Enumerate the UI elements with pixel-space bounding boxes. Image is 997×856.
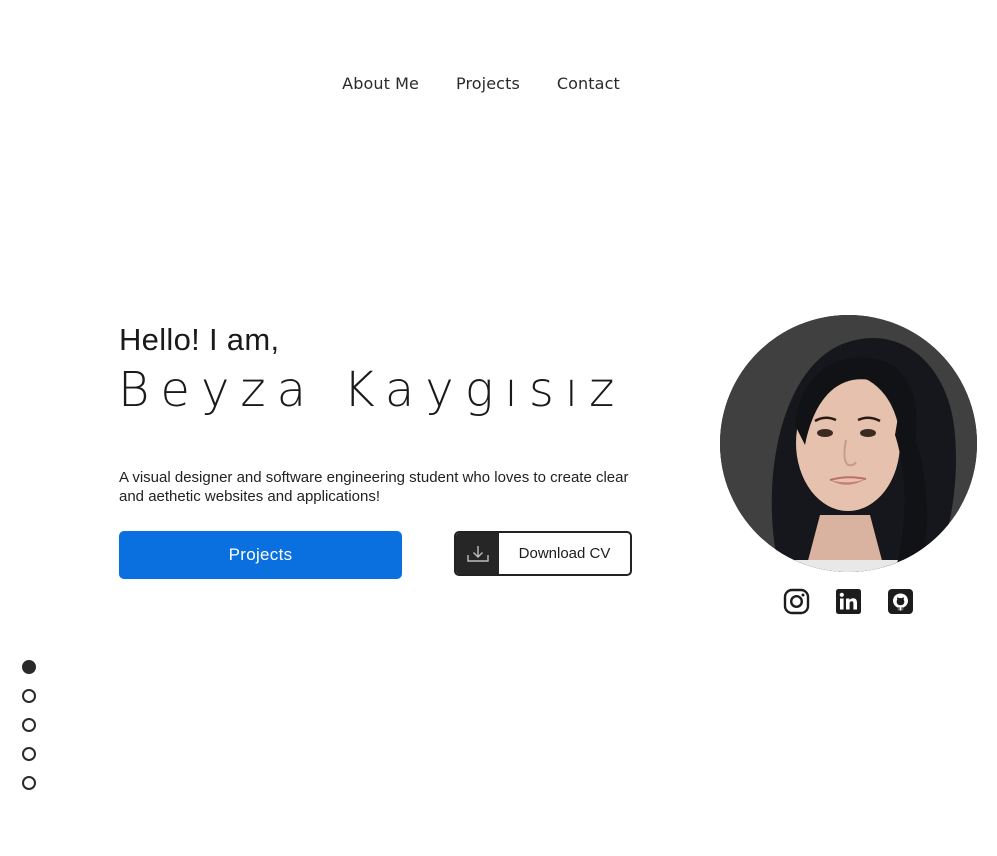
linkedin-icon[interactable]: [835, 588, 862, 615]
nav-about-me[interactable]: About Me: [342, 74, 419, 93]
section-dot-2[interactable]: [22, 689, 36, 703]
projects-button[interactable]: Projects: [119, 531, 402, 579]
section-dot-1[interactable]: [22, 660, 36, 674]
instagram-icon[interactable]: [783, 588, 810, 615]
github-icon[interactable]: [887, 588, 914, 615]
download-cv-button[interactable]: Download CV: [454, 531, 632, 576]
section-indicator: [22, 660, 36, 790]
social-links: [783, 588, 914, 615]
download-icon: [456, 533, 499, 574]
top-nav: About Me Projects Contact: [0, 74, 962, 93]
hero-name: Beyza Kaygısız: [118, 362, 626, 418]
nav-contact[interactable]: Contact: [557, 74, 620, 93]
section-dot-4[interactable]: [22, 747, 36, 761]
download-cv-label: Download CV: [518, 545, 611, 562]
hero-tagline: A visual designer and software engineeri…: [119, 469, 629, 505]
hero-greeting: Hello! I am,: [119, 322, 280, 357]
nav-projects[interactable]: Projects: [456, 74, 520, 93]
profile-photo: [720, 315, 977, 572]
section-dot-5[interactable]: [22, 776, 36, 790]
portfolio-page: About Me Projects Contact Hello! I am, B…: [0, 0, 997, 856]
section-dot-3[interactable]: [22, 718, 36, 732]
